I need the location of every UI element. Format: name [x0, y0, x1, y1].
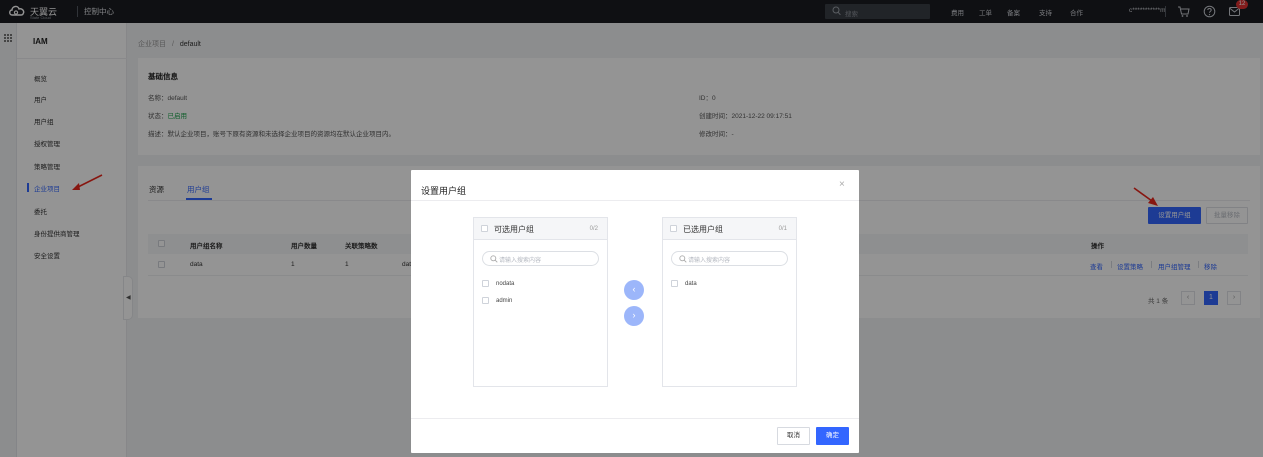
confirm-button[interactable]: 确定 — [816, 427, 849, 445]
panel-title: 可选用户组 — [494, 225, 534, 234]
search-icon — [490, 255, 498, 263]
item-label: data — [685, 281, 697, 287]
move-right-button[interactable]: › — [624, 306, 644, 326]
item-label: nodata — [496, 281, 515, 287]
set-user-group-dialog: 设置用户组 × 可选用户组 0/2 请输入搜索内容 nodata admin ‹… — [411, 170, 859, 453]
available-groups-panel: 可选用户组 0/2 请输入搜索内容 nodata admin — [473, 217, 608, 387]
search-placeholder: 请输入搜索内容 — [688, 258, 731, 264]
selected-search-input[interactable]: 请输入搜索内容 — [671, 251, 788, 266]
select-all-selected-checkbox[interactable] — [670, 225, 677, 232]
panel-count: 0/2 — [589, 226, 598, 232]
dialog-title: 设置用户组 — [421, 186, 467, 196]
panel-header: 可选用户组 0/2 — [474, 218, 607, 240]
item-label: admin — [496, 298, 513, 304]
available-search-input[interactable]: 请输入搜索内容 — [482, 251, 599, 266]
panel-header: 已选用户组 0/1 — [663, 218, 796, 240]
search-placeholder: 请输入搜索内容 — [499, 258, 542, 264]
item-checkbox[interactable] — [482, 297, 489, 304]
divider — [411, 200, 859, 201]
panel-count: 0/1 — [778, 226, 787, 232]
panel-title: 已选用户组 — [683, 225, 723, 234]
search-icon — [679, 255, 687, 263]
move-left-button[interactable]: ‹ — [624, 280, 644, 300]
item-checkbox[interactable] — [671, 280, 678, 287]
select-all-available-checkbox[interactable] — [481, 225, 488, 232]
close-icon[interactable]: × — [839, 179, 845, 190]
item-checkbox[interactable] — [482, 280, 489, 287]
divider — [411, 418, 859, 419]
cancel-button[interactable]: 取消 — [777, 427, 810, 445]
selected-groups-panel: 已选用户组 0/1 请输入搜索内容 data — [662, 217, 797, 387]
